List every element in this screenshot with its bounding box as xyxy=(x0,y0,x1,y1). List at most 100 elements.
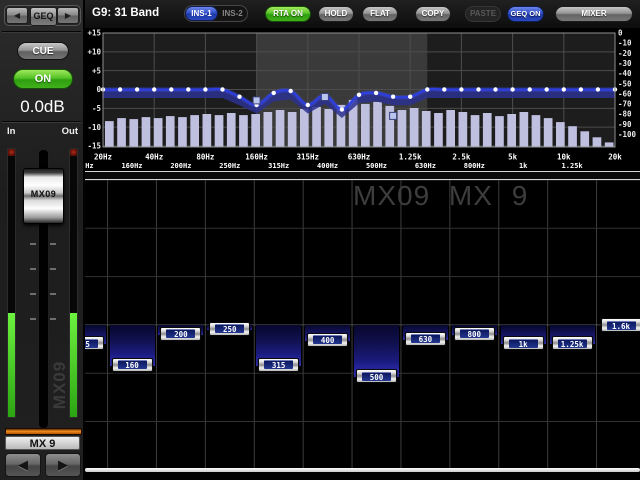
rta-bar xyxy=(410,108,419,147)
on-button[interactable]: ON xyxy=(13,69,73,89)
tab-ins-1[interactable]: INS-1 xyxy=(185,6,218,21)
eq-band-dot[interactable] xyxy=(220,87,224,91)
rta-bar xyxy=(264,112,273,147)
fader-scale-tick xyxy=(30,243,36,245)
eq-band-dot[interactable] xyxy=(118,87,122,91)
eq-band-dot[interactable] xyxy=(545,87,549,91)
band-grid xyxy=(85,162,640,480)
channel-next-button[interactable]: ▶ xyxy=(45,453,81,477)
rta-bar xyxy=(129,119,138,146)
paste-button[interactable]: PASTE xyxy=(465,6,501,22)
eq-band-dot[interactable] xyxy=(272,91,276,95)
band-freq-label-1k: 1k xyxy=(499,162,547,170)
band-fader-cap-400[interactable]: 400 xyxy=(307,333,348,347)
svg-text:0: 0 xyxy=(618,29,623,38)
channel-fader-cap[interactable]: MX09 xyxy=(23,168,64,224)
rta-bar xyxy=(190,115,199,146)
eq-band-dot[interactable] xyxy=(203,87,207,91)
rta-on-button[interactable]: RTA ON xyxy=(265,6,311,22)
eq-band-handle-square[interactable] xyxy=(253,97,260,104)
eq-band-dot[interactable] xyxy=(374,91,378,95)
band-fader-cap-200[interactable]: 200 xyxy=(160,327,201,341)
band-fader-cap-label: 200 xyxy=(166,329,195,338)
band-fader-cap-label: 1.25k xyxy=(558,339,587,348)
eq-band-dot[interactable] xyxy=(476,87,480,91)
band-fader-cap-label: 800 xyxy=(460,329,489,338)
band-freq-label-400: 400Hz xyxy=(304,162,352,170)
flat-button[interactable]: FLAT xyxy=(362,6,398,22)
eq-band-dot[interactable] xyxy=(135,87,139,91)
eq-band-dot[interactable] xyxy=(391,95,395,99)
eq-band-dot[interactable] xyxy=(357,93,361,97)
eq-band-handle-square[interactable] xyxy=(321,94,328,101)
copy-button[interactable]: COPY xyxy=(415,6,451,22)
tab-ins-2[interactable]: INS-2 xyxy=(218,6,247,21)
eq-band-dot[interactable] xyxy=(169,87,173,91)
band-freq-label-1.25k: 1.25k xyxy=(548,162,596,170)
fader-scale-tick xyxy=(50,243,56,245)
eq-band-dot[interactable] xyxy=(237,95,241,99)
eq-band-dot[interactable] xyxy=(306,103,310,107)
rta-bar xyxy=(154,118,163,146)
rta-bar xyxy=(580,131,589,146)
eq-band-dot[interactable] xyxy=(459,87,463,91)
header: G9: 31 Band INS-1 INS-2 RTA ON HOLD FLAT… xyxy=(85,0,640,29)
rta-bar xyxy=(276,110,285,147)
band-fader-cap-1.25k[interactable]: 1.25k xyxy=(552,336,593,350)
channel-color-bar xyxy=(5,428,82,435)
hold-button[interactable]: HOLD xyxy=(318,6,354,22)
band-fader-cap-500[interactable]: 500 xyxy=(356,369,397,383)
band-fader-cap-630[interactable]: 630 xyxy=(405,332,446,346)
eq-band-dot[interactable] xyxy=(579,87,583,91)
band-fader-cap-label: 315 xyxy=(264,360,293,369)
band-fader-cap-800[interactable]: 800 xyxy=(454,327,495,341)
band-fader-section[interactable]: MX09 MX 9 125Hz125160Hz160200Hz200250Hz2… xyxy=(85,162,640,480)
eq-band-dot[interactable] xyxy=(152,87,156,91)
svg-text:-20: -20 xyxy=(618,49,632,58)
band-fader-cap-1.6k[interactable]: 1.6k xyxy=(601,318,640,332)
band-fader-cap-1k[interactable]: 1k xyxy=(503,336,544,350)
rta-bar xyxy=(166,116,175,146)
rta-bar xyxy=(507,114,516,147)
rta-bar xyxy=(300,109,309,147)
svg-text:-40: -40 xyxy=(618,69,632,78)
band-fader-cap-160[interactable]: 160 xyxy=(112,358,153,372)
eq-band-dot[interactable] xyxy=(289,89,293,93)
geq-nav-next-button[interactable]: ▶ xyxy=(57,7,79,24)
geq-on-button[interactable]: GEQ ON xyxy=(507,6,544,22)
bands-scrollbar[interactable] xyxy=(85,468,640,472)
rta-bar xyxy=(593,137,602,146)
eq-band-dot[interactable] xyxy=(340,107,344,111)
band-fader-cap-250[interactable]: 250 xyxy=(209,322,250,336)
cue-button[interactable]: CUE xyxy=(17,42,69,60)
band-fader-cap-125[interactable]: 125 xyxy=(85,336,104,350)
band-fader-cap-315[interactable]: 315 xyxy=(258,358,299,372)
rta-bar xyxy=(495,116,504,146)
eq-band-dot[interactable] xyxy=(510,87,514,91)
output-clip-led xyxy=(70,149,77,156)
eq-band-dot[interactable] xyxy=(528,87,532,91)
rta-bar xyxy=(373,102,382,147)
geq-nav-prev-button[interactable]: ◀ xyxy=(6,7,28,24)
eq-band-dot[interactable] xyxy=(408,95,412,99)
eq-band-dot[interactable] xyxy=(425,87,429,91)
eq-band-dot[interactable] xyxy=(562,87,566,91)
output-level-meter xyxy=(69,148,78,418)
band-fader-cap-label: 500 xyxy=(362,372,391,381)
eq-band-dot[interactable] xyxy=(442,87,446,91)
geq-graph[interactable]: +15+10+50-5-10-150-10-20-30-40-50-60-70-… xyxy=(85,28,640,164)
svg-text:10k: 10k xyxy=(557,153,571,162)
svg-text:+5: +5 xyxy=(92,66,101,75)
eq-band-dot[interactable] xyxy=(493,87,497,91)
eq-band-dot[interactable] xyxy=(186,87,190,91)
rta-bar xyxy=(105,121,114,146)
mixer-button[interactable]: MIXER xyxy=(555,6,633,22)
eq-band-dot[interactable] xyxy=(596,87,600,91)
band-fader-cap-label: 125 xyxy=(85,339,98,348)
svg-text:+10: +10 xyxy=(87,47,101,56)
band-freq-label-250: 250Hz xyxy=(206,162,254,170)
svg-text:-5: -5 xyxy=(92,104,101,113)
eq-band-handle-square[interactable] xyxy=(390,112,397,119)
channel-prev-button[interactable]: ◀ xyxy=(5,453,41,477)
fader-gain-readout: 0.0dB xyxy=(0,96,85,118)
